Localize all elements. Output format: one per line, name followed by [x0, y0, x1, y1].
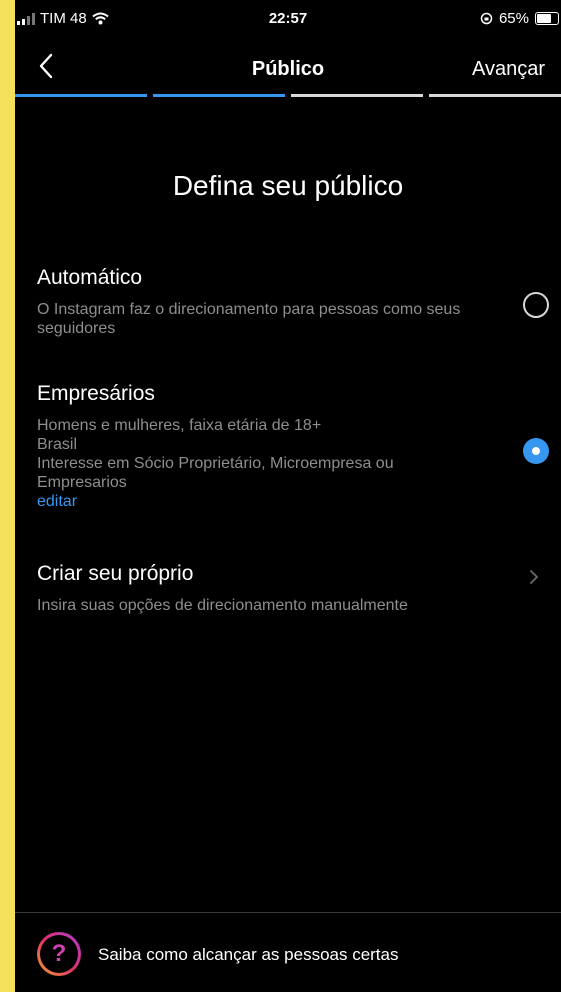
option-empresarios[interactable]: Empresários Homens e mulheres, faixa etá…	[37, 382, 561, 511]
option-automatico[interactable]: Automático O Instagram faz o direcioname…	[37, 266, 561, 338]
section-heading: Defina seu público	[172, 170, 404, 201]
option-description: O Instagram faz o direcionamento para pe…	[37, 301, 461, 337]
progress-step-3	[291, 94, 423, 97]
orientation-lock-icon	[480, 12, 493, 25]
option-detail-gender-age: Homens e mulheres, faixa etária de 18+	[37, 417, 322, 434]
chevron-right-icon[interactable]	[527, 568, 541, 586]
option-title: Automático	[37, 266, 143, 289]
option-detail-interests: Interesse em Sócio Proprietário, Microem…	[37, 455, 394, 491]
option-title: Criar seu próprio	[37, 562, 194, 585]
progress-step-4	[429, 94, 561, 97]
status-bar: TIM 48 22:57 65%	[15, 0, 561, 36]
help-link[interactable]: Saiba como alcançar as pessoas certas	[98, 945, 399, 965]
status-right: 65%	[480, 10, 559, 27]
option-description: Insira suas opções de direcionamento man…	[37, 597, 408, 614]
radio-empresarios[interactable]	[523, 438, 549, 464]
progress-step-1	[15, 94, 147, 97]
option-criar-seu-proprio[interactable]: Criar seu próprio Insira suas opções de …	[37, 562, 561, 615]
step-progress	[15, 94, 561, 97]
footer-divider	[15, 912, 561, 913]
navigation-bar: Público Avançar	[15, 44, 561, 92]
option-detail-location: Brasil	[37, 436, 78, 453]
battery-icon	[535, 12, 559, 25]
battery-percent: 65%	[498, 10, 529, 27]
edit-link[interactable]: editar	[37, 492, 561, 511]
progress-step-2	[153, 94, 285, 97]
phone-screen: TIM 48 22:57 65% Público Avançar Defina …	[15, 0, 561, 992]
next-button[interactable]: Avançar	[472, 58, 545, 81]
option-title: Empresários	[37, 382, 155, 405]
help-question-icon[interactable]: ?	[37, 932, 81, 976]
radio-automatico[interactable]	[523, 292, 549, 318]
